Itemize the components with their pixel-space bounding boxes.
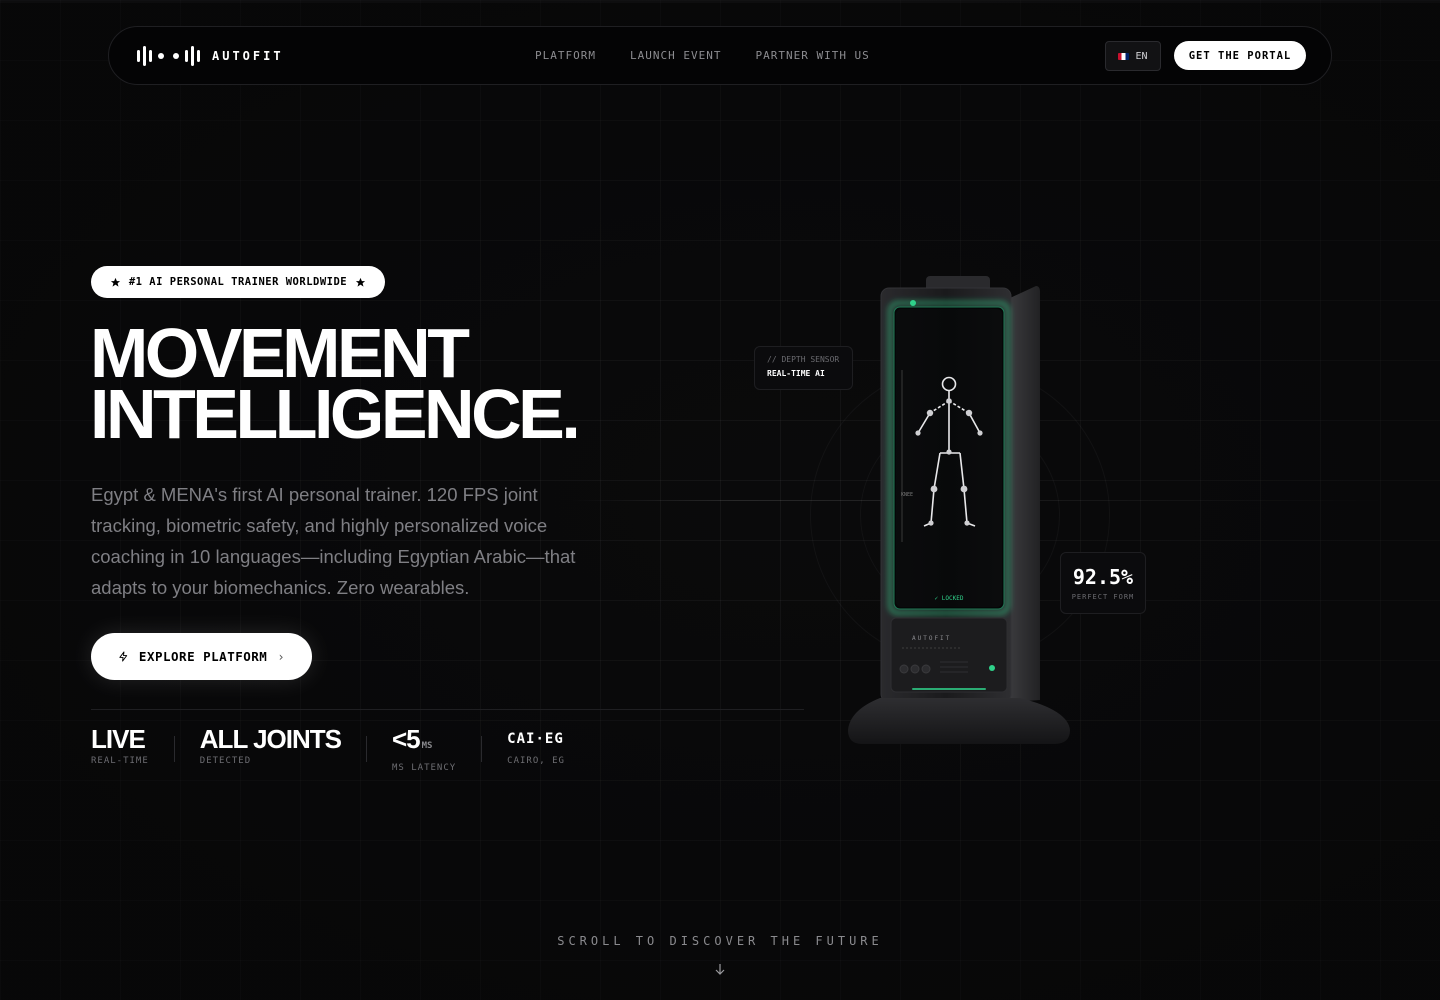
depth-sensor-card: // DEPTH SENSOR REAL-TIME AI <box>754 346 853 390</box>
sensor-title: REAL-TIME AI <box>767 369 825 378</box>
stat-latency: <5 MS MS LATENCY <box>392 724 456 773</box>
stat-value: ALL JOINTS <box>199 724 342 754</box>
explore-platform-button[interactable]: EXPLORE PLATFORM › <box>91 633 312 680</box>
device-base <box>848 698 1070 744</box>
panel-light-strip <box>912 688 986 690</box>
form-score-card: 92.5% PERFECT FORM <box>1060 552 1146 614</box>
device-side-panel <box>1010 286 1040 702</box>
get-portal-button[interactable]: GET THE PORTAL <box>1174 41 1306 70</box>
panel-buttons <box>899 664 931 674</box>
stat-label: REAL-TIME <box>91 756 149 766</box>
hero-description: Egypt & MENA's first AI personal trainer… <box>91 484 576 598</box>
hero-headline: MOVEMENT INTELLIGENCE. <box>90 318 581 453</box>
nav-link-platform[interactable]: PLATFORM <box>535 49 596 62</box>
control-panel <box>890 617 1008 693</box>
locked-status: ✓ LOCKED <box>935 595 964 602</box>
star-icon <box>356 277 366 287</box>
uk-flag-icon <box>1118 52 1130 60</box>
headline-line-2: INTELLIGENCE. <box>90 375 581 453</box>
autofit-device: KNEE ✓ LOCKED AUTOFIT <box>848 276 1070 744</box>
star-icon <box>110 277 120 287</box>
stat-label: MS LATENCY <box>391 763 457 773</box>
stats-divider <box>91 709 804 710</box>
brand-logo[interactable]: AUTOFIT <box>137 46 284 66</box>
stat-label: DETECTED <box>199 756 252 766</box>
form-score-label: PERFECT FORM <box>1071 593 1135 601</box>
badge-text: #1 AI PERSONAL TRAINER WORLDWIDE <box>128 276 348 288</box>
soundwave-icon <box>137 46 200 66</box>
stat-value: <5 MS <box>392 724 456 761</box>
stat-separator <box>173 736 175 762</box>
nav-link-partner[interactable]: PARTNER WITH US <box>755 49 869 62</box>
stat-label: CAIRO, EG <box>507 756 565 766</box>
language-selector[interactable]: EN <box>1105 41 1161 71</box>
top-navigation: AUTOFIT PLATFORM LAUNCH EVENT PARTNER WI… <box>108 26 1332 85</box>
chevron-right-icon: › <box>277 649 286 664</box>
brand-name: AUTOFIT <box>212 49 284 63</box>
arrow-down-icon[interactable] <box>713 962 727 976</box>
panel-led <box>989 665 995 671</box>
stat-separator <box>365 736 367 762</box>
knee-label: KNEE <box>901 492 913 498</box>
stat-location: CAI·EG CAIRO, EG <box>507 724 565 766</box>
explore-label: EXPLORE PLATFORM <box>138 649 268 664</box>
stat-separator <box>481 736 483 762</box>
stat-live: LIVE REAL-TIME <box>91 724 149 766</box>
scroll-hint: SCROLL TO DISCOVER THE FUTURE <box>557 934 883 948</box>
stat-value: CAI·EG <box>507 731 564 747</box>
stats-row: LIVE REAL-TIME ALL JOINTS DETECTED <5 MS … <box>91 724 565 773</box>
stat-unit: MS <box>421 741 433 751</box>
stat-joints: ALL JOINTS DETECTED <box>199 724 342 766</box>
sensor-caption: // DEPTH SENSOR <box>767 355 840 364</box>
nav-links: PLATFORM LAUNCH EVENT PARTNER WITH US <box>535 49 870 62</box>
hero-badge: #1 AI PERSONAL TRAINER WORLDWIDE <box>91 266 385 298</box>
panel-brand: AUTOFIT <box>912 635 951 642</box>
stat-value: LIVE <box>91 724 146 754</box>
nav-link-launch-event[interactable]: LAUNCH EVENT <box>630 49 721 62</box>
form-score-value: 92.5% <box>1072 565 1134 589</box>
lightning-icon <box>119 651 128 662</box>
stat-number: <5 <box>391 724 421 754</box>
screen-reflection <box>896 309 1002 607</box>
language-code: EN <box>1135 50 1148 62</box>
